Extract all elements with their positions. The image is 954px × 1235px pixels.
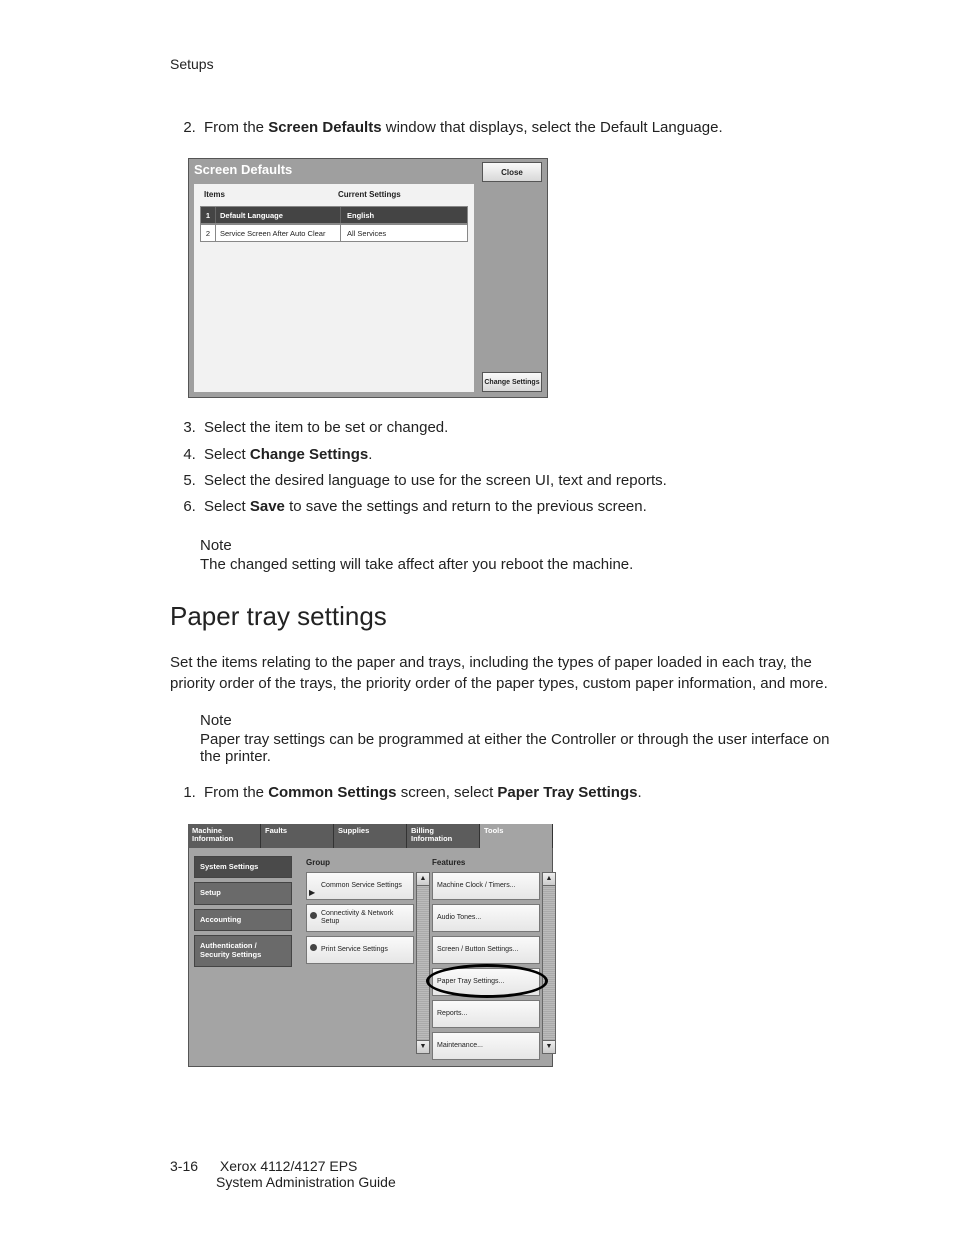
section-heading-paper-tray: Paper tray settings	[170, 601, 844, 632]
page-header: Setups	[170, 56, 844, 72]
table-row[interactable]: 2 Service Screen After Auto Clear All Se…	[200, 224, 468, 242]
tab-supplies[interactable]: Supplies	[334, 824, 407, 848]
list-item[interactable]: Audio Tones...	[432, 904, 540, 932]
step-6: Select Save to save the settings and ret…	[200, 497, 844, 517]
screenshot-paper-tray: Machine Information Faults Supplies Bill…	[188, 824, 553, 1067]
arrow-icon: ▶	[309, 889, 315, 897]
list-item-paper-tray[interactable]: Paper Tray Settings...	[432, 968, 540, 996]
list-item[interactable]: ▶Common Service Settings	[306, 872, 414, 900]
group-list: ▶Common Service Settings Connectivity & …	[306, 872, 414, 1052]
note-block: Note The changed setting will take affec…	[200, 537, 844, 573]
list-item[interactable]: Screen / Button Settings...	[432, 936, 540, 964]
step-3: Select the item to be set or changed.	[200, 418, 844, 438]
column-header-group: Group	[306, 858, 330, 867]
scroll-up-icon[interactable]: ▲	[416, 872, 430, 886]
page-footer: 3-16 Xerox 4112/4127 EPS System Administ…	[170, 1158, 396, 1190]
sidebar-item-system-settings[interactable]: System Settings	[194, 856, 292, 879]
bullet-icon	[310, 944, 317, 951]
tab-faults[interactable]: Faults	[261, 824, 334, 848]
column-header-items: Items	[204, 190, 225, 199]
scroll-down-icon[interactable]: ▼	[542, 1040, 556, 1054]
list-item[interactable]: Reports...	[432, 1000, 540, 1028]
step-5: Select the desired language to use for t…	[200, 471, 844, 491]
scrollbar-track	[542, 886, 556, 1040]
table-row[interactable]: 1 Default Language English	[200, 206, 468, 224]
tab-tools[interactable]: Tools	[480, 824, 553, 848]
step-b1: From the Common Settings screen, select …	[200, 783, 844, 803]
list-item[interactable]: Maintenance...	[432, 1032, 540, 1060]
scrollbar-track	[416, 886, 430, 1040]
sidebar-item-accounting[interactable]: Accounting	[194, 909, 292, 932]
sidebar-item-setup[interactable]: Setup	[194, 882, 292, 905]
tab-machine-info[interactable]: Machine Information	[188, 824, 261, 848]
tab-bar: Machine Information Faults Supplies Bill…	[188, 824, 553, 848]
list-item[interactable]: Print Service Settings	[306, 936, 414, 964]
intro-paragraph: Set the items relating to the paper and …	[170, 652, 844, 694]
list-item[interactable]: Machine Clock / Timers...	[432, 872, 540, 900]
features-list: Machine Clock / Timers... Audio Tones...…	[432, 872, 540, 1052]
scroll-up-icon[interactable]: ▲	[542, 872, 556, 886]
window-title: Screen Defaults	[194, 162, 292, 177]
step-2: From the Screen Defaults window that dis…	[200, 118, 844, 138]
sidebar: System Settings Setup Accounting Authent…	[194, 856, 292, 971]
list-item[interactable]: Connectivity & Network Setup	[306, 904, 414, 932]
column-header-features: Features	[432, 858, 465, 867]
change-settings-button[interactable]: Change Settings	[482, 372, 542, 392]
settings-panel: Items Current Settings 1 Default Languag…	[194, 184, 474, 392]
tab-billing[interactable]: Billing Information	[407, 824, 480, 848]
screenshot-screen-defaults: Screen Defaults Close Items Current Sett…	[188, 158, 548, 398]
close-button[interactable]: Close	[482, 162, 542, 182]
sidebar-item-auth-security[interactable]: Authentication / Security Settings	[194, 935, 292, 966]
note-block: Note Paper tray settings can be programm…	[200, 712, 844, 765]
column-header-current: Current Settings	[338, 190, 401, 199]
scroll-down-icon[interactable]: ▼	[416, 1040, 430, 1054]
step-4: Select Change Settings.	[200, 445, 844, 465]
bullet-icon	[310, 912, 317, 919]
